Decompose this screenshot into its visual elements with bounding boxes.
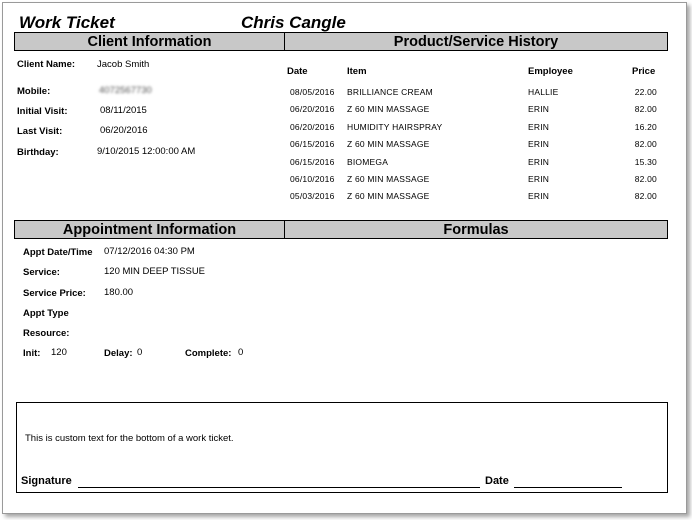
history-row-price: 16.20	[634, 122, 657, 132]
history-row-item: Z 60 MIN MASSAGE	[347, 174, 430, 184]
history-row-date: 06/20/2016	[290, 104, 335, 114]
history-row-price: 22.00	[634, 87, 657, 97]
history-row-price: 82.00	[634, 104, 657, 114]
client-name-value: Jacob Smith	[97, 59, 150, 70]
history-row-employee: ERIN	[528, 157, 550, 167]
appointment-header: Appointment Information	[14, 220, 285, 239]
last-visit-label: Last Visit:	[17, 126, 63, 137]
service-value: 120 MIN DEEP TISSUE	[104, 266, 206, 277]
customer-name-heading: Chris Cangle	[241, 13, 346, 32]
last-visit-value: 06/20/2016	[100, 125, 148, 136]
history-row-employee: ERIN	[528, 104, 550, 114]
history-row-item: Z 60 MIN MASSAGE	[347, 191, 430, 201]
footer-box: This is custom text for the bottom of a …	[16, 402, 668, 493]
history-row-date: 06/20/2016	[290, 122, 335, 132]
custom-footer-text: This is custom text for the bottom of a …	[25, 433, 234, 444]
initial-visit-value: 08/11/2015	[100, 105, 147, 116]
history-row-item: HUMIDITY HAIRSPRAY	[347, 122, 443, 132]
history-row-employee: ERIN	[528, 191, 550, 201]
history-row-price: 82.00	[634, 139, 657, 149]
service-price-value: 180.00	[104, 287, 134, 298]
history-row-price: 82.00	[634, 174, 657, 184]
history-row-employee: ERIN	[528, 174, 550, 184]
delay-label: Delay:	[104, 348, 133, 359]
history-row-employee: ERIN	[528, 139, 550, 149]
history-row-date: 06/15/2016	[290, 139, 335, 149]
history-col-employee: Employee	[528, 66, 573, 77]
history-row-price: 15.30	[634, 157, 657, 167]
history-row-price: 82.00	[634, 191, 657, 201]
client-name-label: Client Name:	[17, 59, 76, 70]
initial-visit-label: Initial Visit:	[17, 106, 68, 117]
document-title: Work Ticket	[19, 13, 115, 32]
delay-value: 0	[137, 347, 143, 358]
signature-label: Signature	[21, 475, 72, 487]
history-row-item: BIOMEGA	[347, 157, 389, 167]
service-price-label: Service Price:	[23, 288, 86, 299]
history-row-item: BRILLIANCE CREAM	[347, 87, 433, 97]
date-label: Date	[485, 475, 509, 487]
mobile-value: 4072567730	[99, 85, 152, 96]
birthday-value: 9/10/2015 12:00:00 AM	[97, 146, 196, 157]
history-col-item: Item	[347, 66, 367, 77]
complete-value: 0	[238, 347, 244, 358]
service-label: Service:	[23, 267, 60, 278]
history-col-date: Date	[287, 66, 308, 77]
formulas-header: Formulas	[284, 220, 668, 239]
client-info-header: Client Information	[14, 32, 285, 51]
appt-date-value: 07/12/2016 04:30 PM	[104, 246, 195, 257]
history-row-date: 06/10/2016	[290, 174, 335, 184]
appt-type-label: Appt Type	[23, 308, 69, 319]
history-row-item: Z 60 MIN MASSAGE	[347, 104, 430, 114]
history-row-item: Z 60 MIN MASSAGE	[347, 139, 430, 149]
history-row-date: 06/15/2016	[290, 157, 335, 167]
history-row-employee: HALLIE	[528, 87, 559, 97]
birthday-label: Birthday:	[17, 147, 59, 158]
appt-date-label: Appt Date/Time	[23, 247, 93, 258]
history-row-employee: ERIN	[528, 122, 550, 132]
history-row-date: 08/05/2016	[290, 87, 335, 97]
init-label: Init:	[23, 348, 41, 359]
mobile-label: Mobile:	[17, 86, 51, 97]
work-ticket-page: Work Ticket Chris Cangle Client Informat…	[2, 2, 687, 514]
history-col-price: Price	[632, 66, 656, 77]
history-row-date: 05/03/2016	[290, 191, 335, 201]
complete-label: Complete:	[185, 348, 232, 359]
history-header: Product/Service History	[284, 32, 668, 51]
init-value: 120	[51, 347, 67, 358]
resource-label: Resource:	[23, 328, 70, 339]
date-line[interactable]	[514, 487, 622, 488]
signature-line[interactable]	[78, 487, 480, 488]
